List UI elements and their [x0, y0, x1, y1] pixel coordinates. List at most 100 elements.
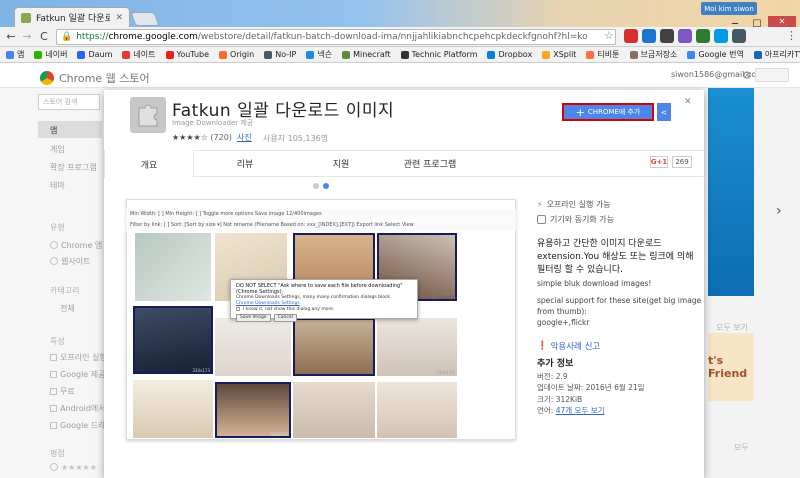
bookmark-favicon-icon — [34, 50, 43, 59]
bookmark-label: Daum — [88, 50, 113, 59]
bookmark-item[interactable]: Minecraft — [342, 50, 391, 59]
sidebar-item-apps[interactable]: 앱 — [50, 125, 57, 136]
browser-tab[interactable]: Fatkun 일괄 다운로드 이 ✕ — [14, 7, 130, 27]
extension-toolbar-icon[interactable] — [732, 29, 746, 43]
feature-free[interactable]: 무료 — [50, 386, 75, 397]
bookmark-label: 아프리카TV — [764, 50, 800, 59]
bookmark-item[interactable]: 브금저장소 — [629, 49, 678, 60]
tab-related[interactable]: 관련 프로그램 — [375, 150, 485, 177]
bookmark-label: Dropbox — [498, 50, 533, 59]
window-close-button[interactable]: ✕ — [768, 16, 796, 27]
version: 버전: 2.9 — [537, 372, 568, 381]
type-chrome-apps[interactable]: Chrome 앱 — [50, 240, 102, 251]
add-to-chrome-button[interactable]: + CHROME에 추가 — [562, 103, 654, 121]
bookmark-item[interactable]: 네이버 — [34, 49, 67, 60]
store-search-input[interactable]: 스토어 검색 — [38, 94, 100, 110]
bookmark-item[interactable]: Technic Platform — [400, 50, 478, 59]
thumb-girl-7 — [133, 380, 213, 438]
see-all-link[interactable]: 모두 보기 — [716, 322, 748, 333]
see-all-link-2[interactable]: 모두 — [734, 442, 749, 453]
carousel-dots — [313, 183, 329, 189]
extension-toolbar-icon[interactable] — [696, 29, 710, 43]
puzzle-icon — [21, 12, 31, 23]
chevron-right-icon[interactable]: › — [776, 203, 782, 219]
bookmark-label: YouTube — [176, 50, 210, 59]
type-websites[interactable]: 웹사이트 — [50, 256, 90, 267]
bookmark-item[interactable]: 앱 — [6, 49, 24, 60]
category-select[interactable]: 전체 — [60, 303, 75, 314]
bookmark-item[interactable]: YouTube — [165, 50, 210, 59]
sidebar-item-games[interactable]: 게임 — [50, 144, 65, 155]
tab-overview[interactable]: 개요 — [104, 150, 194, 178]
thumb-quote — [135, 233, 211, 301]
bookmark-favicon-icon — [753, 50, 762, 59]
extension-toolbar-icon[interactable] — [660, 29, 674, 43]
feature-offline[interactable]: 오프라인 실행 — [50, 352, 107, 363]
tab-title: Fatkun 일괄 다운로드 이 — [36, 14, 111, 24]
feature-heading: 특성 — [50, 337, 65, 346]
languages-link[interactable]: 47개 모두 보기 — [556, 406, 605, 415]
bookmark-favicon-icon — [165, 50, 174, 59]
new-tab-button[interactable] — [130, 12, 160, 26]
gear-icon[interactable]: ⚙ — [742, 69, 752, 82]
back-button[interactable]: ← — [4, 29, 18, 44]
bookmark-label: 앱 — [17, 50, 25, 59]
extension-toolbar-icon[interactable] — [624, 29, 638, 43]
sidebar-selected-bg — [38, 121, 102, 138]
bookmark-label: 브금저장소 — [640, 50, 678, 59]
puzzle-icon — [130, 97, 166, 133]
user-profile[interactable]: Moi kim siwon — [701, 2, 757, 15]
tab-reviews[interactable]: 리뷰 — [200, 150, 290, 177]
rating-filter[interactable]: ★★★★★ — [50, 463, 97, 472]
bookmark-item[interactable]: XSplit — [542, 50, 576, 59]
url-text: https://chrome.google.com/webstore/detai… — [76, 32, 588, 42]
bookmarks-bar: 앱 네이버 Daum 네이트 YouTube Origin No-IP 넥슨 Minecraft… — [0, 47, 800, 63]
feature-android[interactable]: Android에서 — [50, 403, 106, 414]
sidebar-item-themes[interactable]: 테마 — [50, 180, 65, 191]
plus-icon: + — [575, 105, 585, 119]
bookmark-item[interactable]: 아프리카TV — [753, 49, 800, 60]
bookmark-item[interactable]: Dropbox — [487, 50, 532, 59]
feature-google[interactable]: Google 제공 — [50, 369, 105, 380]
type-heading: 유형 — [50, 223, 65, 232]
bookmark-item[interactable]: Google 번역 — [687, 49, 744, 60]
store-title[interactable]: Chrome 웹 스토어 — [59, 70, 150, 86]
close-icon[interactable]: ✕ — [115, 13, 123, 23]
extension-toolbar-icon[interactable] — [642, 29, 656, 43]
dialog-close-icon[interactable]: ✕ — [684, 97, 692, 107]
carousel-dot-active[interactable] — [323, 183, 329, 189]
menu-icon[interactable]: ⋮ — [786, 29, 797, 42]
bookmark-label: No-IP — [275, 50, 297, 59]
desc-line-1: simple bluk download images! — [537, 279, 652, 288]
bookmark-item[interactable]: 티비툰 — [586, 49, 620, 60]
bookmark-favicon-icon — [6, 50, 14, 59]
promo-tile-friend[interactable]: t's Friend — [708, 333, 754, 401]
tab-support[interactable]: 지원 — [296, 150, 386, 177]
bookmark-item[interactable]: 넥슨 — [306, 49, 332, 60]
lock-icon: 🔒 — [61, 32, 73, 42]
bookmark-item[interactable]: Origin — [219, 50, 254, 59]
address-bar[interactable]: 🔒 https://chrome.google.com/webstore/det… — [56, 29, 616, 45]
extension-toolbar-icon[interactable] — [678, 29, 692, 43]
bookmark-label: Technic Platform — [411, 50, 478, 59]
bookmark-star-icon[interactable]: ☆ — [604, 29, 614, 42]
share-icon[interactable]: < — [657, 103, 671, 121]
extension-toolbar-icon[interactable] — [714, 29, 728, 43]
promo-tile[interactable] — [708, 88, 754, 296]
report-abuse-link[interactable]: ❗ 악용사례 신고 — [537, 340, 600, 352]
bookmark-item[interactable]: No-IP — [264, 50, 296, 59]
bookmark-item[interactable]: Daum — [77, 50, 112, 59]
rating[interactable]: ★★★★☆ (720) — [172, 133, 232, 142]
reload-button[interactable]: C — [37, 29, 51, 44]
thumb-girl-6: 330x173 — [377, 318, 457, 376]
carousel-dot[interactable] — [313, 183, 319, 189]
bookmark-label: Origin — [230, 50, 255, 59]
photo-link[interactable]: 사진 — [237, 132, 252, 143]
google-plus-count: 269 — [672, 156, 692, 168]
google-plus-button[interactable]: G+1 — [650, 156, 668, 168]
extension-description: 유용하고 간단한 이미지 다운로드 extension.You 해상도 또는 링… — [537, 239, 694, 275]
sidebar-item-extensions[interactable]: 확장 프로그램 — [50, 162, 97, 173]
offered-by[interactable]: Image Downloader 제공 — [172, 118, 253, 128]
bookmark-item[interactable]: 네이트 — [122, 49, 156, 60]
forward-button[interactable]: → — [20, 29, 34, 44]
